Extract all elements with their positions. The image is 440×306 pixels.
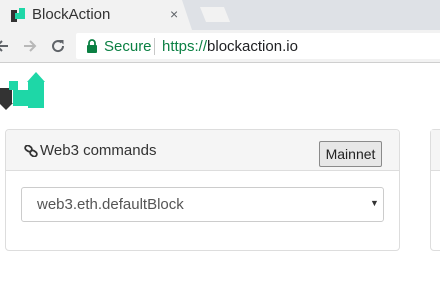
new-tab-button[interactable] <box>200 7 230 22</box>
address-divider <box>154 38 155 55</box>
tab-title: BlockAction <box>32 6 111 23</box>
url-scheme: https:// <box>162 38 208 55</box>
mainnet-button[interactable]: Mainnet <box>319 141 382 167</box>
security-label: Secure <box>104 38 152 55</box>
tab-strip: BlockAction × <box>0 0 440 30</box>
panel-heading: Web3 commands Mainnet <box>6 130 399 171</box>
link-icon <box>24 145 38 157</box>
panel-title: Web3 commands <box>40 142 157 159</box>
blockaction-favicon-icon <box>11 8 25 22</box>
blockaction-logo-icon[interactable] <box>0 70 46 110</box>
dropdown-arrow-icon: ▼ <box>370 198 379 208</box>
address-bar[interactable]: Secure https://blockaction.io <box>76 33 440 59</box>
close-tab-icon[interactable]: × <box>170 6 178 22</box>
reload-icon[interactable] <box>50 38 66 54</box>
command-select[interactable]: web3.eth.defaultBlock ▼ <box>21 187 384 222</box>
secondary-panel-heading <box>431 130 440 171</box>
lock-icon <box>87 39 97 53</box>
back-arrow-icon[interactable] <box>0 38 10 54</box>
web3-commands-panel: Web3 commands Mainnet web3.eth.defaultBl… <box>5 129 400 251</box>
browser-toolbar: Secure https://blockaction.io <box>0 30 440 63</box>
url-host: blockaction.io <box>207 38 298 55</box>
browser-tab[interactable]: BlockAction × <box>0 0 192 30</box>
forward-arrow-icon[interactable] <box>22 38 38 54</box>
url-text: https://blockaction.io <box>162 38 298 55</box>
command-select-value: web3.eth.defaultBlock <box>37 196 184 213</box>
secondary-panel <box>430 129 440 251</box>
page-content: Web3 commands Mainnet web3.eth.defaultBl… <box>0 63 440 306</box>
